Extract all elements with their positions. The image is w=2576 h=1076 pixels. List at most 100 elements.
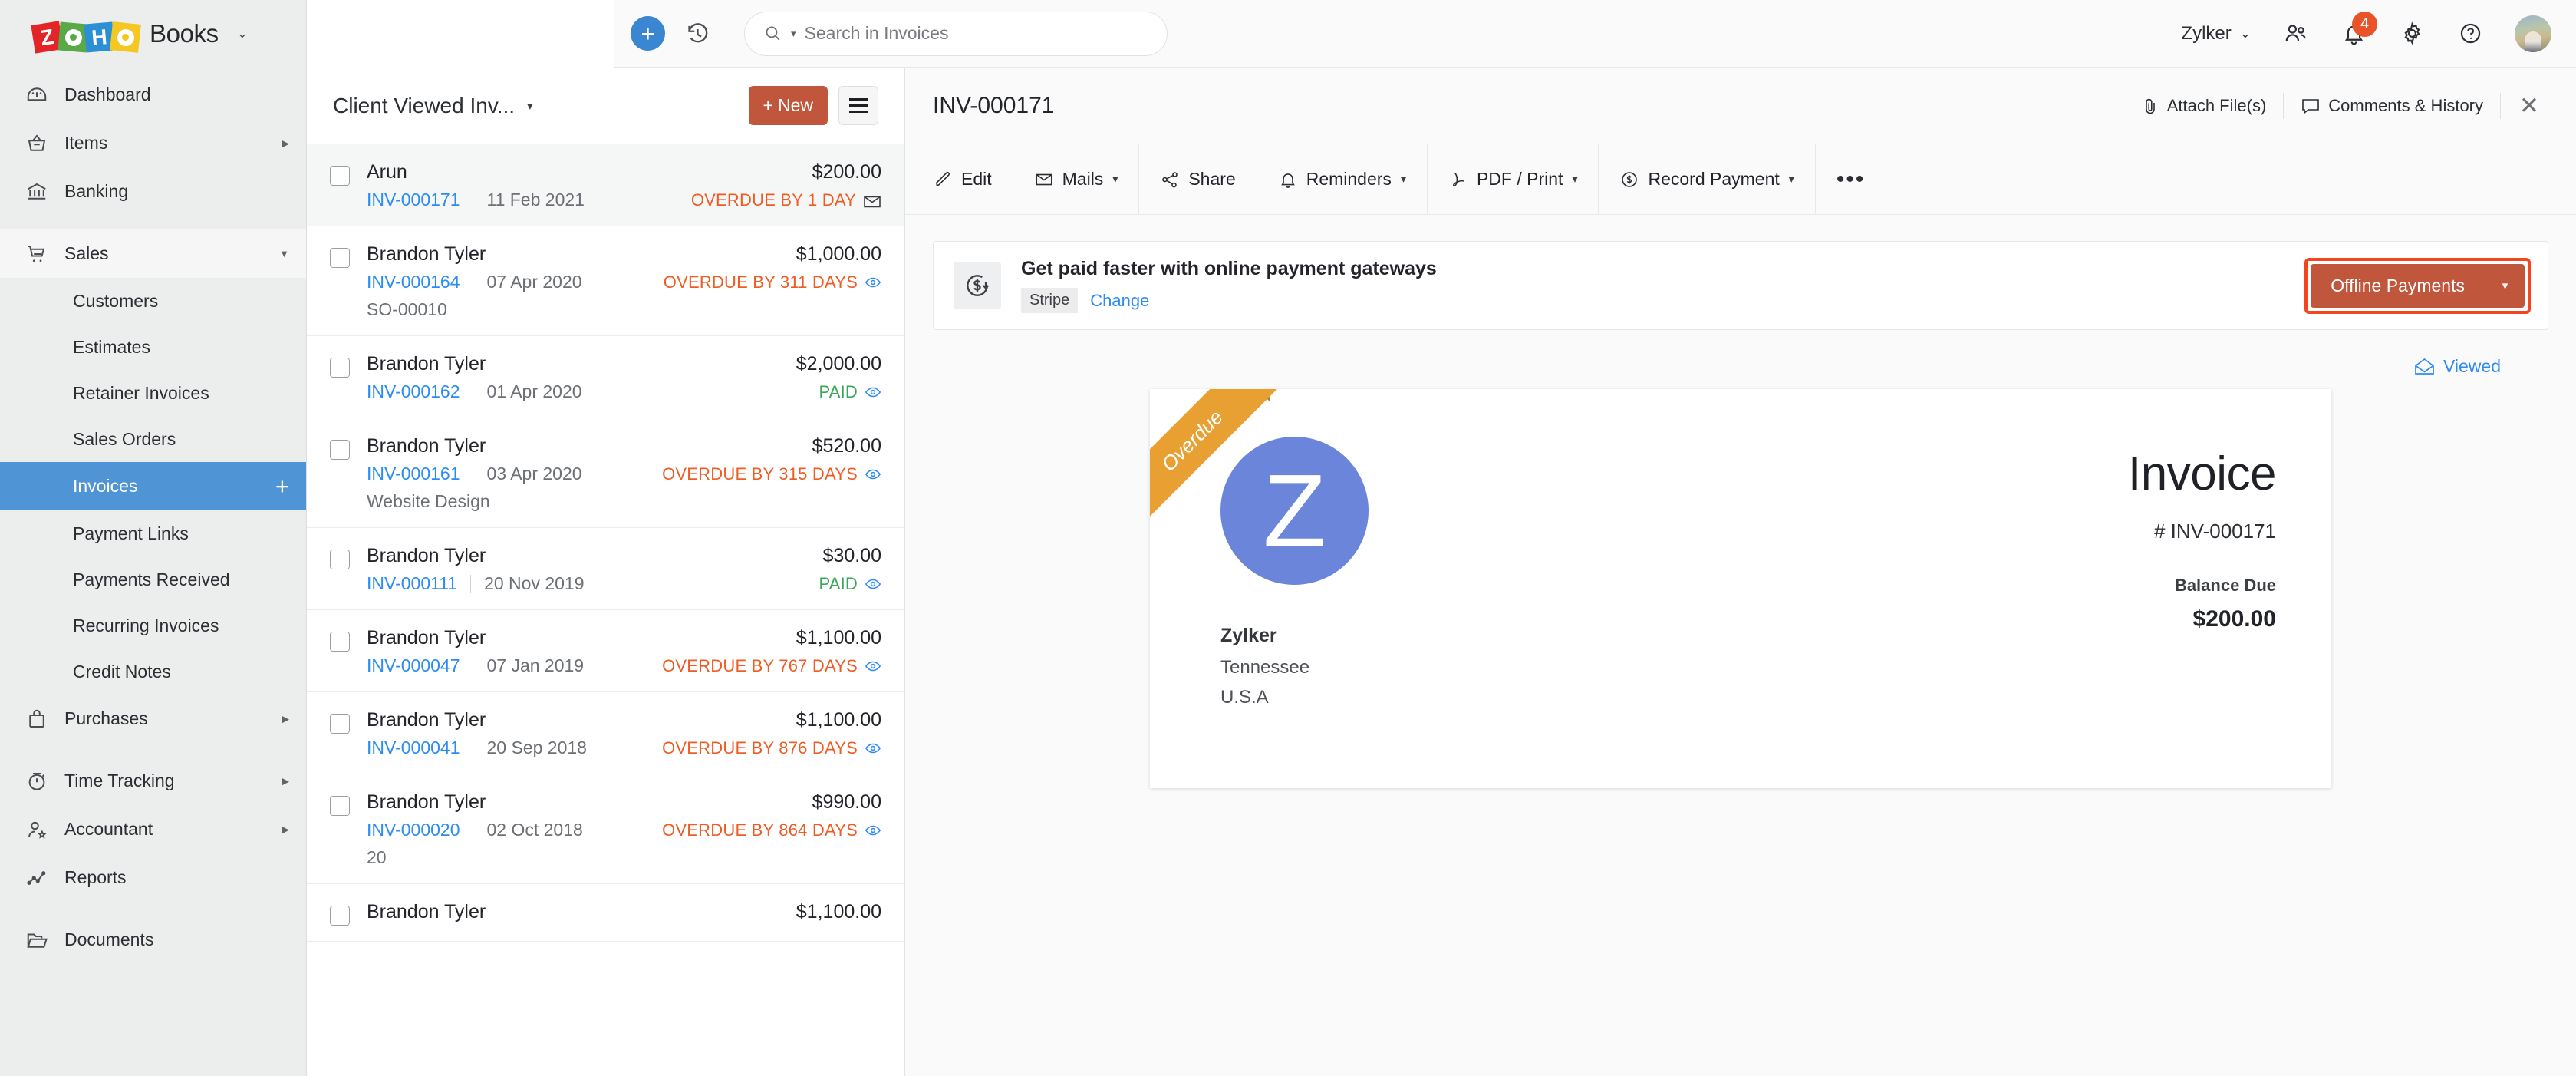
invoice-number[interactable]: INV-000047 <box>367 655 460 676</box>
row-checkbox[interactable] <box>330 714 350 734</box>
edit-button[interactable]: Edit <box>905 144 1013 214</box>
sidebar-item-sales[interactable]: Sales ▼ <box>0 229 306 278</box>
chevron-down-icon[interactable]: ▾ <box>527 99 533 113</box>
row-checkbox[interactable] <box>330 550 350 569</box>
row-checkbox[interactable] <box>330 906 350 926</box>
invoice-amount: $1,100.00 <box>796 901 881 923</box>
customer-name: Brandon Tyler <box>367 709 486 731</box>
brand-name: Books <box>150 19 219 48</box>
chevron-down-icon[interactable]: ▾ <box>2485 263 2525 308</box>
quick-create-button[interactable]: + <box>631 16 665 51</box>
more-actions-button[interactable]: ••• <box>1816 144 1886 214</box>
status-badge: OVERDUE BY 315 DAYS <box>662 464 858 484</box>
org-switcher[interactable]: Zylker ⌄ <box>2181 23 2251 45</box>
attach-files-button[interactable]: Attach File(s) <box>2124 96 2284 116</box>
pdf-print-button[interactable]: PDF / Print ▾ <box>1428 144 1599 214</box>
invoice-detail-pane: INV-000171 Attach File(s) Comments & His… <box>905 68 2576 1076</box>
sidebar-item-credit-notes[interactable]: Credit Notes <box>0 649 306 695</box>
add-invoice-icon[interactable]: + <box>275 474 289 498</box>
payment-gateway-banner: Get paid faster with online payment gate… <box>933 241 2548 330</box>
comments-history-button[interactable]: Comments & History <box>2284 96 2500 116</box>
chevron-down-icon: ⌄ <box>2239 25 2251 41</box>
gear-icon[interactable] <box>2398 20 2426 48</box>
sidebar-item-payments-received[interactable]: Payments Received <box>0 556 306 602</box>
table-row[interactable]: Brandon Tyler $1,100.00 INV-000041 20 Se… <box>307 692 904 774</box>
sidebar-divider <box>0 216 306 229</box>
offline-payments-button[interactable]: Offline Payments ▾ <box>2311 263 2525 308</box>
invoice-amount: $2,000.00 <box>796 353 881 375</box>
row-checkbox[interactable] <box>330 440 350 460</box>
sidebar-item-retainer-invoices[interactable]: Retainer Invoices <box>0 370 306 416</box>
bell-icon <box>1278 170 1298 190</box>
table-row[interactable]: Brandon Tyler $990.00 INV-000020 02 Oct … <box>307 774 904 884</box>
row-checkbox[interactable] <box>330 796 350 816</box>
sidebar-item-estimates[interactable]: Estimates <box>0 324 306 370</box>
row-checkbox[interactable] <box>330 632 350 652</box>
reminders-button[interactable]: Reminders ▾ <box>1257 144 1428 214</box>
share-button[interactable]: Share <box>1139 144 1257 214</box>
table-row[interactable]: Brandon Tyler $1,000.00 INV-000164 07 Ap… <box>307 226 904 336</box>
invoice-number[interactable]: INV-000171 <box>367 190 460 210</box>
invoice-number[interactable]: INV-000162 <box>367 381 460 402</box>
table-row[interactable]: Arun $200.00 INV-000171 11 Feb 2021 OVER… <box>307 144 904 226</box>
sidebar-item-items[interactable]: Items ▶ <box>0 119 306 167</box>
invoice-date: 07 Apr 2020 <box>486 272 582 292</box>
record-payment-button[interactable]: Record Payment ▾ <box>1599 144 1816 214</box>
table-row[interactable]: Brandon Tyler $520.00 INV-000161 03 Apr … <box>307 418 904 528</box>
mails-button[interactable]: Mails ▾ <box>1013 144 1140 214</box>
sidebar-item-customers[interactable]: Customers <box>0 278 306 324</box>
offline-payments-label: Offline Payments <box>2311 263 2485 308</box>
table-row[interactable]: Brandon Tyler $1,100.00 INV-000047 07 Ja… <box>307 610 904 692</box>
invoice-number: # INV-000171 <box>2153 520 2276 543</box>
sidebar-item-recurring-invoices[interactable]: Recurring Invoices <box>0 602 306 649</box>
new-invoice-button[interactable]: + New <box>748 86 828 125</box>
row-checkbox[interactable] <box>330 166 350 186</box>
hamburger-icon[interactable] <box>838 86 878 125</box>
chevron-right-icon: ▶ <box>282 137 289 149</box>
sidebar-item-dashboard[interactable]: Dashboard <box>0 71 306 119</box>
chevron-down-icon[interactable]: ⌄ <box>237 26 248 41</box>
search-input[interactable]: ▾ Search in Invoices <box>744 11 1168 56</box>
chevron-right-icon: ▶ <box>282 774 289 787</box>
eye-icon <box>865 274 881 291</box>
table-row[interactable]: Brandon Tyler $1,100.00 <box>307 884 904 942</box>
sidebar-item-purchases[interactable]: Purchases ▶ <box>0 695 306 743</box>
search-scope-caret-icon[interactable]: ▾ <box>791 28 796 40</box>
envelope-icon <box>1034 170 1054 190</box>
sidebar-item-payment-links[interactable]: Payment Links <box>0 510 306 556</box>
sidebar-item-sales-orders[interactable]: Sales Orders <box>0 416 306 462</box>
sidebar-item-documents[interactable]: Documents <box>0 916 306 964</box>
help-icon[interactable] <box>2456 20 2484 48</box>
eye-icon <box>865 822 881 839</box>
history-clock-icon[interactable] <box>685 21 710 46</box>
chevron-down-icon: ▾ <box>1572 173 1578 185</box>
divider <box>470 574 472 593</box>
table-row[interactable]: Brandon Tyler $2,000.00 INV-000162 01 Ap… <box>307 336 904 418</box>
invoice-number[interactable]: INV-000020 <box>367 820 460 840</box>
invoice-number[interactable]: INV-000041 <box>367 738 460 758</box>
sidebar-item-banking[interactable]: Banking <box>0 167 306 216</box>
sidebar-item-time-tracking[interactable]: Time Tracking ▶ <box>0 757 306 805</box>
sidebar-item-accountant[interactable]: Accountant ▶ <box>0 805 306 853</box>
invoice-number[interactable]: INV-000111 <box>367 573 457 594</box>
company-address: Zylker Tennessee U.S.A <box>1220 625 2128 708</box>
sidebar-item-reports[interactable]: Reports <box>0 853 306 902</box>
invoice-number[interactable]: INV-000161 <box>367 464 460 484</box>
close-icon[interactable]: ✕ <box>2501 94 2550 117</box>
list-header: Client Viewed Inv... ▾ + New <box>307 68 904 144</box>
row-checkbox[interactable] <box>330 248 350 268</box>
change-gateway-link[interactable]: Change <box>1090 291 1149 311</box>
list-filter-label[interactable]: Client Viewed Inv... <box>333 94 515 118</box>
table-row[interactable]: Brandon Tyler $30.00 INV-000111 20 Nov 2… <box>307 528 904 610</box>
bell-icon[interactable]: 4 <box>2340 11 2377 48</box>
detail-toolbar: Edit Mails ▾ Share Reminders ▾ PDF / Pri… <box>905 144 2576 215</box>
invoice-date: 02 Oct 2018 <box>486 820 583 840</box>
sidebar-item-invoices[interactable]: Invoices + <box>0 462 306 510</box>
invoice-reference: SO-00010 <box>367 299 447 319</box>
invoice-number[interactable]: INV-000164 <box>367 272 460 292</box>
avatar[interactable] <box>2515 15 2551 52</box>
share-label: Share <box>1188 169 1236 189</box>
row-checkbox[interactable] <box>330 358 350 378</box>
brand-logo[interactable]: Z H Books ⌄ <box>0 0 306 68</box>
users-icon[interactable] <box>2281 20 2309 48</box>
